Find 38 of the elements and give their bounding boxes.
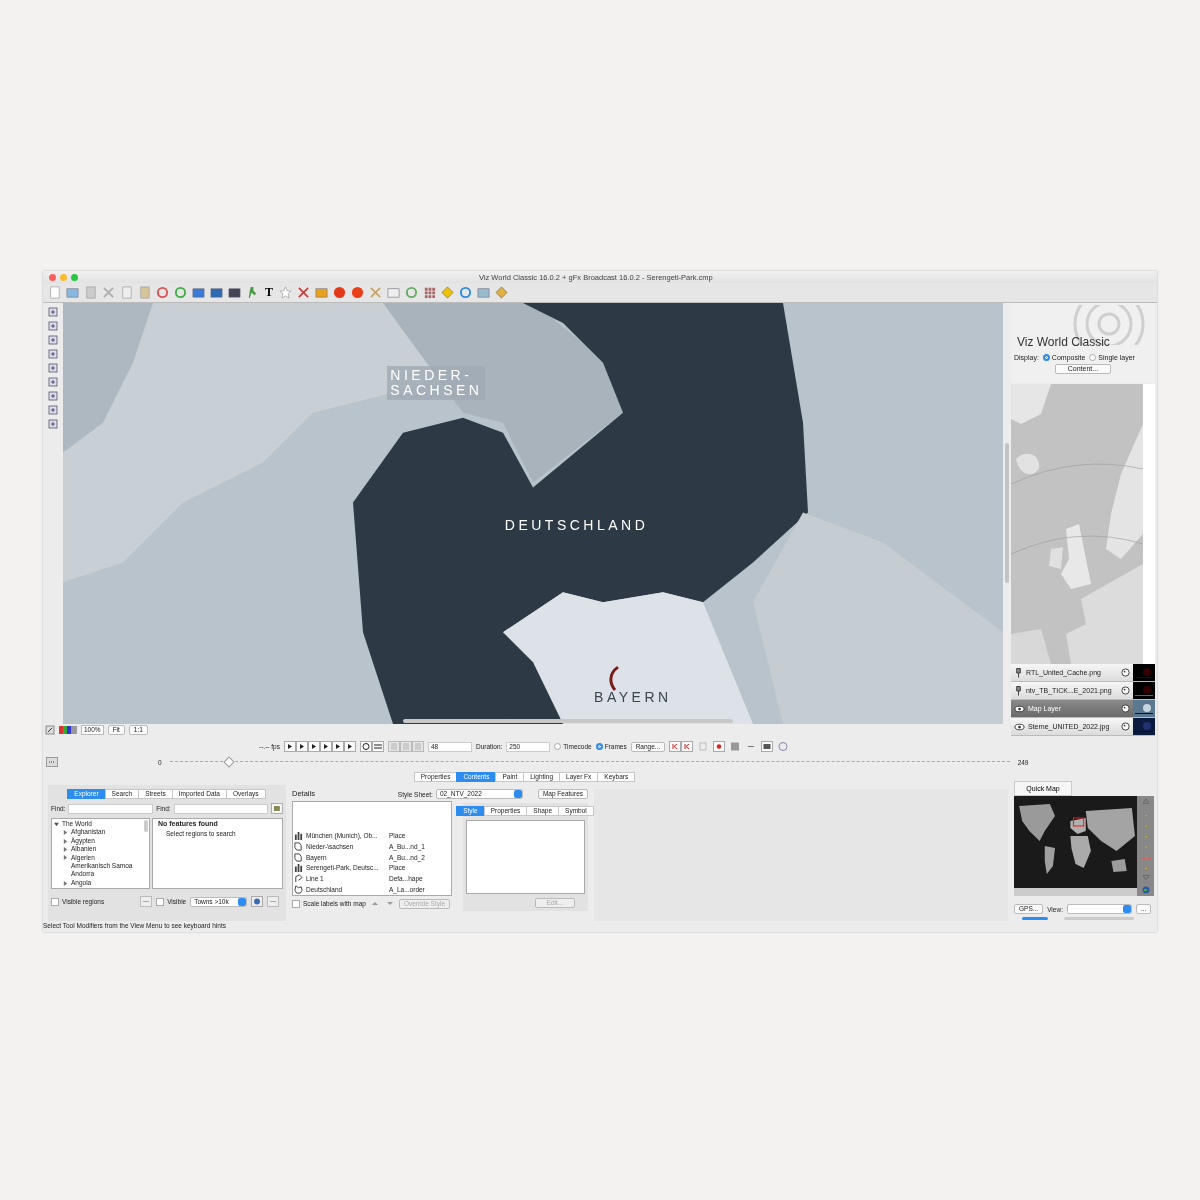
zoom-icon[interactable]: [71, 273, 78, 281]
folder-icon[interactable]: [66, 286, 79, 299]
text-tool-button[interactable]: T: [264, 286, 274, 299]
buildings-icon: [294, 863, 303, 873]
document-icon[interactable]: [48, 286, 61, 299]
scroll-bar[interactable]: [403, 719, 733, 723]
expand-arrow-icon[interactable]: [63, 855, 68, 861]
app-title: Viz World Classic: [1016, 335, 1111, 349]
play-icon[interactable]: [307, 741, 320, 752]
find-field[interactable]: [68, 803, 154, 814]
color-bars-icon[interactable]: [59, 726, 77, 734]
map-label: NIEDER- SACHSEN: [387, 366, 486, 401]
close-icon[interactable]: [49, 273, 56, 281]
pin-icon: [1013, 666, 1023, 679]
grid-icon[interactable]: [423, 286, 436, 299]
map-label: BAYERN: [594, 690, 672, 706]
loop-icon[interactable]: [359, 741, 372, 752]
find-field[interactable]: [173, 803, 269, 814]
expand-arrow-icon[interactable]: [63, 880, 68, 886]
star-icon[interactable]: [279, 286, 292, 299]
ellipsis-icon[interactable]: [46, 757, 58, 767]
pin-icon: [1013, 684, 1023, 697]
map-label: DEUTSCHLAND: [504, 517, 649, 533]
scroll-bar[interactable]: [1005, 443, 1009, 583]
jump-start-icon[interactable]: [669, 741, 682, 752]
expand-arrow-icon[interactable]: [63, 846, 68, 852]
eye-icon: [1013, 704, 1025, 713]
expand-arrow-icon[interactable]: [63, 838, 68, 844]
expand-arrow-icon[interactable]: [54, 821, 59, 827]
rings-drawing: [1073, 305, 1145, 345]
shape-outline-icon: [294, 874, 303, 884]
expand-arrow-icon[interactable]: [63, 830, 68, 836]
eye-icon: [1013, 722, 1025, 731]
jump-end-icon[interactable]: [681, 741, 694, 752]
record-icon[interactable]: [713, 741, 726, 752]
country-outline-icon: [294, 885, 303, 895]
buildings-icon: [294, 830, 303, 840]
view-select[interactable]: [1066, 904, 1132, 914]
